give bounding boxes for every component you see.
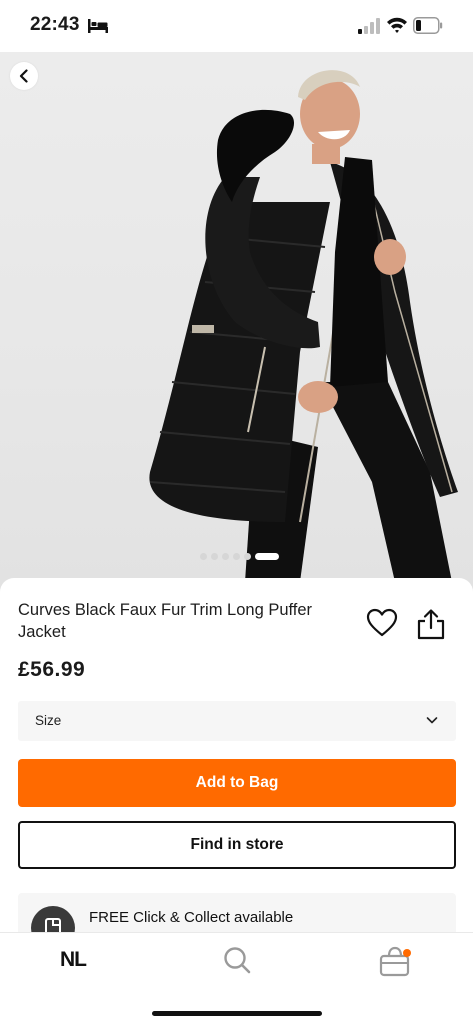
carousel-dot[interactable]	[233, 553, 240, 560]
find-in-store-button[interactable]: Find in store	[18, 821, 456, 869]
search-icon[interactable]	[222, 945, 252, 975]
carousel-dot[interactable]	[244, 553, 251, 560]
signal-icon	[358, 18, 380, 34]
product-title: Curves Black Faux Fur Trim Long Puffer J…	[18, 601, 313, 641]
back-chevron-icon	[19, 69, 28, 83]
add-to-bag-button[interactable]: Add to Bag	[18, 759, 456, 807]
status-bar: 22:43	[0, 0, 473, 52]
wifi-icon	[387, 17, 407, 33]
share-icon[interactable]	[416, 608, 446, 640]
bottom-navigation: NL	[0, 932, 473, 1024]
size-select-label: Size	[35, 713, 62, 728]
model-photo	[149, 70, 458, 582]
size-select[interactable]: Size	[18, 701, 456, 741]
status-time: 22:43	[30, 14, 80, 35]
chevron-down-icon	[426, 717, 438, 724]
image-carousel-indicator[interactable]	[200, 553, 279, 560]
carousel-dot[interactable]	[200, 553, 207, 560]
carousel-dot-active[interactable]	[255, 553, 279, 560]
carousel-dot[interactable]	[222, 553, 229, 560]
heart-icon[interactable]	[366, 608, 398, 638]
product-price: £56.99	[18, 658, 86, 681]
product-page: 22:43 Curves Black Faux Fur Trim Long Pu…	[0, 0, 473, 1024]
back-button[interactable]	[10, 62, 38, 90]
bed-icon	[88, 19, 108, 33]
nav-home-logo[interactable]: NL	[60, 948, 87, 972]
carousel-dot[interactable]	[211, 553, 218, 560]
battery-icon	[413, 17, 443, 34]
click-collect-text: FREE Click & Collect available	[89, 909, 294, 926]
home-indicator	[152, 1011, 322, 1016]
product-details-sheet: Curves Black Faux Fur Trim Long Puffer J…	[0, 578, 473, 953]
product-image[interactable]	[0, 52, 473, 592]
bag-icon[interactable]	[378, 945, 412, 977]
